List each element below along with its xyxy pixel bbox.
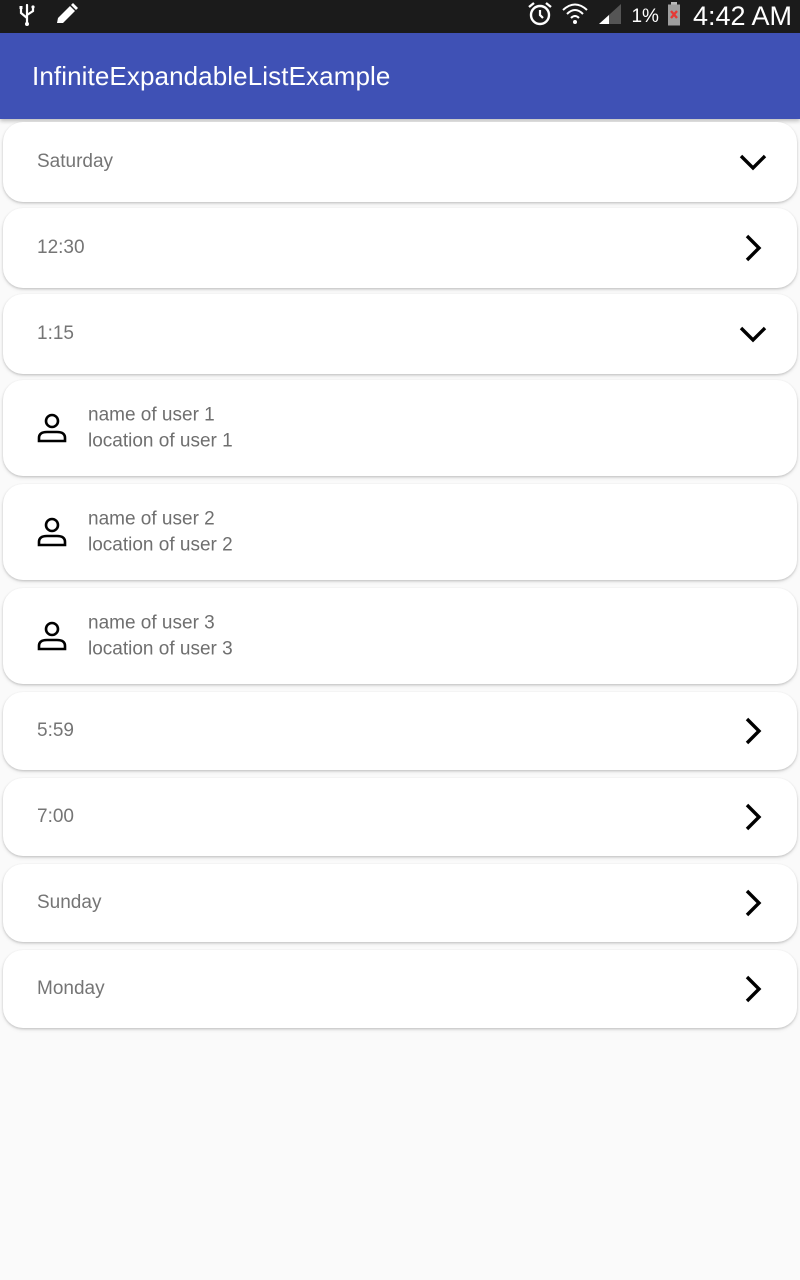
group-item-monday[interactable]: Monday xyxy=(3,950,797,1028)
user-item-3[interactable]: name of user 3 location of user 3 xyxy=(3,588,797,684)
group-label: 12:30 xyxy=(37,237,85,258)
user-location: location of user 2 xyxy=(88,534,233,556)
user-item-1[interactable]: name of user 1 location of user 1 xyxy=(3,380,797,476)
group-item-1-15[interactable]: 1:15 xyxy=(3,294,797,374)
alarm-icon xyxy=(527,1,553,32)
chevron-right-icon xyxy=(737,232,769,264)
app-title: InfiniteExpandableListExample xyxy=(32,61,391,91)
signal-icon xyxy=(597,2,623,31)
group-item-sunday[interactable]: Sunday xyxy=(3,864,797,942)
user-location: location of user 3 xyxy=(88,638,233,660)
status-bar: 1% 4:42 AM xyxy=(0,0,800,33)
group-label: Saturday xyxy=(37,151,114,172)
chevron-right-icon xyxy=(737,973,769,1005)
chevron-right-icon xyxy=(737,801,769,833)
pencil-icon xyxy=(54,2,80,32)
clock: 4:42 AM xyxy=(692,1,792,31)
battery-icon xyxy=(667,2,681,31)
group-item-saturday[interactable]: Saturday xyxy=(3,122,797,202)
group-label: 1:15 xyxy=(37,323,74,344)
user-name: name of user 1 xyxy=(88,404,215,426)
chevron-right-icon xyxy=(737,715,769,747)
group-label: Sunday xyxy=(37,892,102,913)
chevron-down-icon xyxy=(737,318,769,350)
user-name: name of user 3 xyxy=(88,612,215,634)
chevron-right-icon xyxy=(737,887,769,919)
group-label: Monday xyxy=(37,978,105,999)
person-icon xyxy=(35,619,69,653)
user-location: location of user 1 xyxy=(88,430,233,452)
battery-percent: 1% xyxy=(631,5,659,27)
group-item-12-30[interactable]: 12:30 xyxy=(3,208,797,288)
group-item-7-00[interactable]: 7:00 xyxy=(3,778,797,856)
app-bar: InfiniteExpandableListExample xyxy=(0,33,800,119)
chevron-down-icon xyxy=(737,146,769,178)
group-label: 7:00 xyxy=(37,806,74,827)
person-icon xyxy=(35,515,69,549)
user-name: name of user 2 xyxy=(88,508,215,530)
wifi-icon xyxy=(561,1,589,32)
group-label: 5:59 xyxy=(37,720,74,741)
user-item-2[interactable]: name of user 2 location of user 2 xyxy=(3,484,797,580)
usb-icon xyxy=(18,3,36,31)
group-item-5-59[interactable]: 5:59 xyxy=(3,692,797,770)
person-icon xyxy=(35,411,69,445)
